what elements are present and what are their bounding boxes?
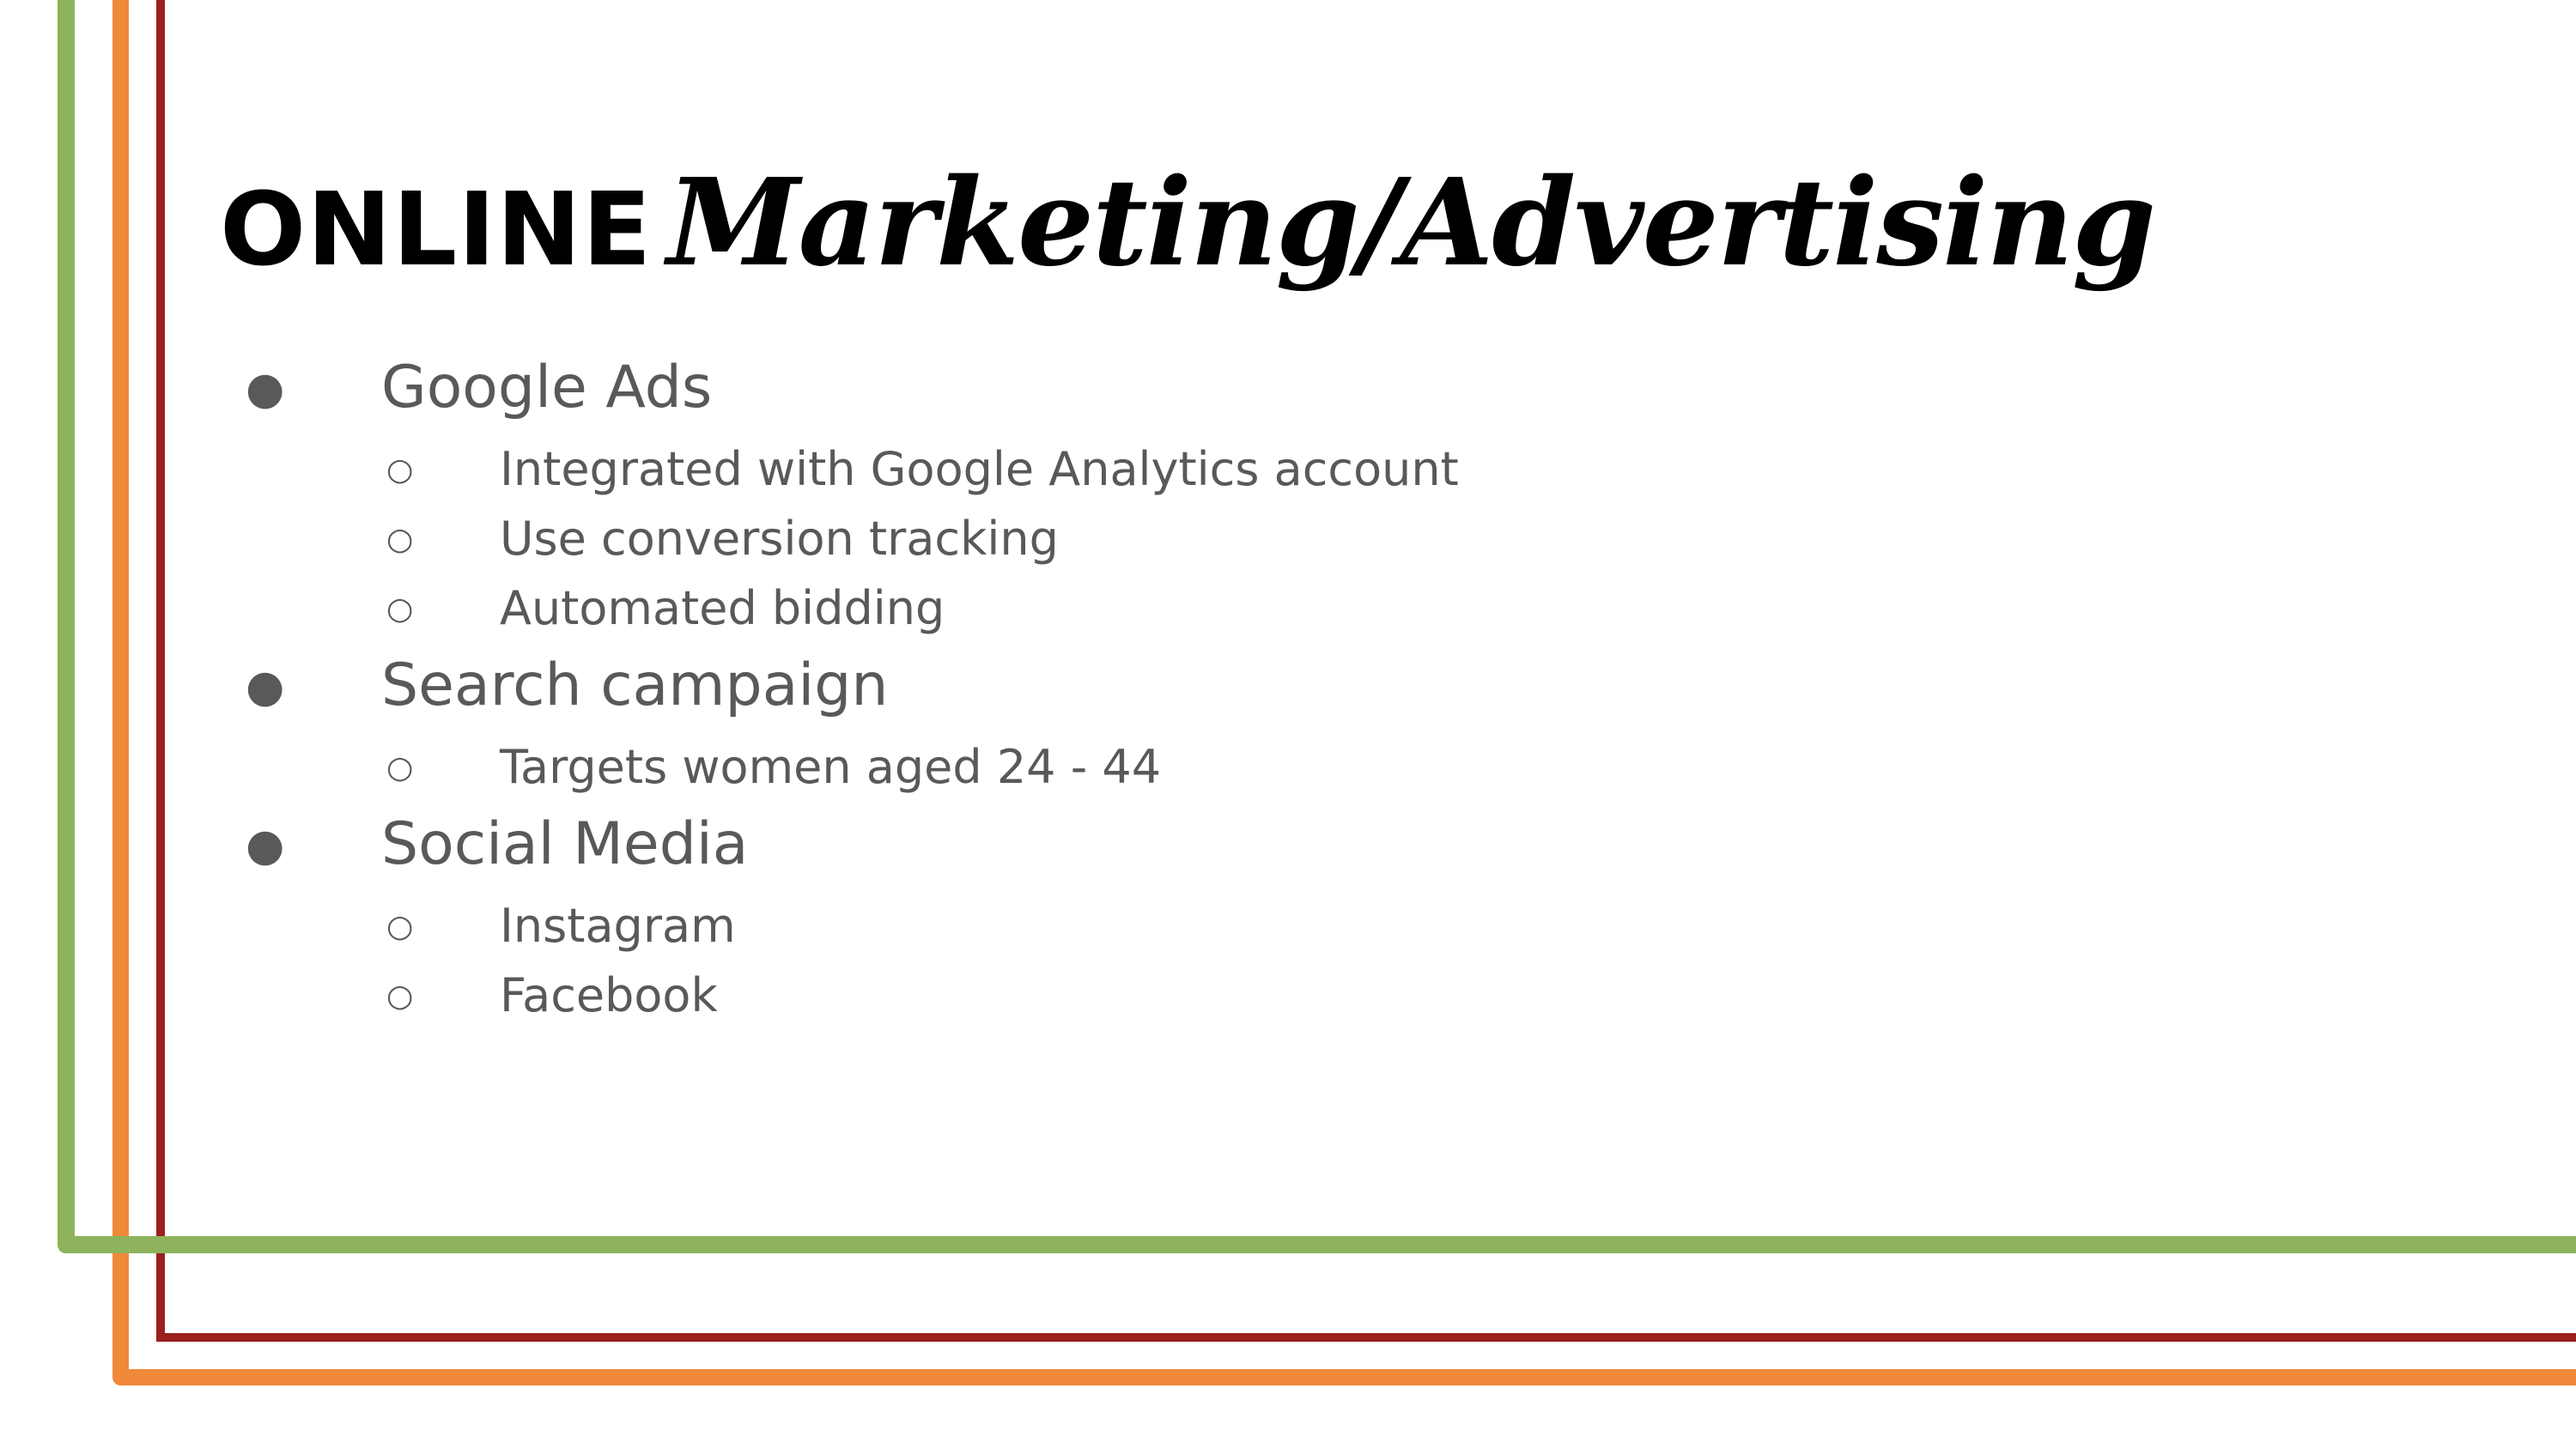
sub-item-text: Targets women aged 24 - 44 <box>500 740 1162 794</box>
hollow-bullet-icon: ○ <box>386 522 414 557</box>
list-item-text: Social Media <box>381 810 749 878</box>
list-item-google-ads: ● Google Ads <box>246 359 712 417</box>
list-item-text: Search campaign <box>381 652 889 719</box>
sub-item-conversion-tracking: ○ Use conversion tracking <box>386 516 1059 562</box>
filled-bullet-icon: ● <box>246 363 285 415</box>
sub-item-instagram: ○ Instagram <box>386 903 736 949</box>
list-item-social-media: ● Social Media <box>246 815 748 874</box>
hollow-bullet-icon: ○ <box>386 750 414 785</box>
sub-item-facebook: ○ Facebook <box>386 973 718 1019</box>
sub-item-targets-women: ○ Targets women aged 24 - 44 <box>386 744 1161 791</box>
sub-item-text: Integrated with Google Analytics account <box>500 442 1459 496</box>
sub-item-text: Instagram <box>500 899 736 953</box>
sub-item-analytics: ○ Integrated with Google Analytics accoun… <box>386 446 1459 493</box>
hollow-bullet-icon: ○ <box>386 909 414 944</box>
bullet-list: ● Google Ads ○ Integrated with Google Anal… <box>0 0 2576 1449</box>
list-item-text: Google Ads <box>381 354 713 421</box>
sub-item-text: Automated bidding <box>500 581 945 635</box>
list-item-search-campaign: ● Search campaign <box>246 657 889 715</box>
filled-bullet-icon: ● <box>246 820 285 871</box>
sub-item-text: Facebook <box>500 968 718 1022</box>
slide: ONLINE Marketing/Advertising ● Google Ads… <box>0 0 2576 1449</box>
sub-item-automated-bidding: ○ Automated bidding <box>386 585 945 632</box>
hollow-bullet-icon: ○ <box>386 591 414 627</box>
filled-bullet-icon: ● <box>246 661 285 712</box>
sub-item-text: Use conversion tracking <box>500 512 1059 566</box>
hollow-bullet-icon: ○ <box>386 979 414 1014</box>
hollow-bullet-icon: ○ <box>386 452 414 488</box>
